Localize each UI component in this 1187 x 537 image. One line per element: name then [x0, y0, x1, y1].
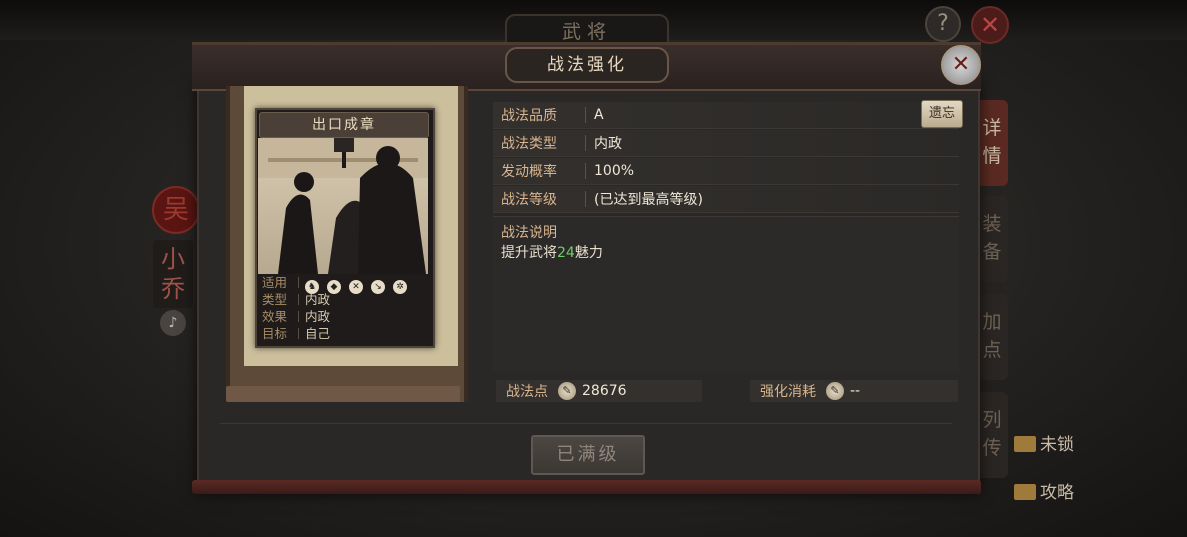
card-row-type: 类型 内政 [258, 291, 428, 308]
info-row-quality: 战法品质 A [493, 102, 959, 129]
sound-icon[interactable]: ♪ [160, 310, 186, 336]
close-back-button[interactable]: ✕ [971, 6, 1009, 44]
desc-suffix: 魅力 [574, 245, 603, 261]
info-row-level: 战法等级 (已达到最高等级) [493, 186, 959, 213]
tab-details[interactable]: 详情 [976, 100, 1008, 186]
skill-points-value: 28676 [582, 383, 627, 399]
skill-card-rows: 适用 ♞ ◆ ✕ ↘ ✲ 类型 内政 效果 内政 目标 自己 [258, 274, 428, 342]
card-row-value: 自己 [305, 326, 331, 341]
info-row-chance: 发动概率 100% [493, 158, 959, 185]
upgrade-cost-field: 强化消耗 ✎ -- [750, 380, 958, 402]
upgrade-cost-label: 强化消耗 [760, 384, 816, 400]
desc-highlight: 24 [557, 245, 575, 261]
tab-equipment[interactable]: 装备 [976, 196, 1008, 282]
info-key: 发动概率 [501, 164, 557, 180]
skill-card-title: 出口成章 [259, 112, 429, 138]
info-row-type: 战法类型 内政 [493, 130, 959, 157]
description-label: 战法说明 [501, 225, 557, 241]
spear-icon: ↘ [371, 280, 385, 294]
faction-seal: 吴 [152, 186, 200, 234]
divider [220, 423, 952, 424]
card-row-key: 适用 [262, 275, 288, 290]
book-icon [1014, 484, 1036, 500]
desc-prefix: 提升武将 [501, 245, 557, 261]
description-box [493, 216, 959, 373]
info-key: 战法等级 [501, 192, 557, 208]
dialog-bottom-trim [192, 480, 981, 494]
skill-card-art [258, 138, 428, 274]
dialog-title: 战法强化 [505, 47, 669, 83]
unlock-link[interactable]: 未锁 [1014, 430, 1074, 455]
card-row-target: 目标 自己 [258, 325, 428, 342]
silhouette-illustration [258, 138, 428, 274]
upgrade-cost-value: -- [850, 383, 861, 399]
siege-icon: ✲ [393, 280, 407, 294]
info-key: 战法品质 [501, 108, 557, 124]
card-row-key: 目标 [262, 326, 288, 341]
card-row-troops: 适用 ♞ ◆ ✕ ↘ ✲ [258, 274, 428, 294]
card-row-value: 内政 [305, 309, 331, 324]
tab-biography[interactable]: 列传 [976, 392, 1008, 478]
hero-name: 小乔 [153, 240, 193, 308]
guide-link[interactable]: 攻略 [1014, 478, 1074, 503]
lock-icon [1014, 436, 1036, 452]
skill-point-icon: ✎ [558, 382, 576, 400]
info-value: (已达到最高等级) [594, 192, 703, 208]
archer-icon: ✕ [349, 280, 363, 294]
close-button[interactable]: ✕ [941, 45, 981, 85]
info-value: 内政 [594, 136, 622, 152]
card-row-effect: 效果 内政 [258, 308, 428, 325]
help-button[interactable]: ? [925, 6, 961, 42]
card-row-key: 类型 [262, 292, 288, 307]
info-value: A [594, 107, 604, 123]
forget-button[interactable]: 遗忘 [921, 100, 963, 128]
max-level-button[interactable]: 已满级 [531, 435, 645, 475]
guide-label: 攻略 [1040, 483, 1074, 503]
scroll-rod [226, 386, 460, 402]
card-row-key: 效果 [262, 309, 288, 324]
skill-info-list: 战法品质 A 战法类型 内政 发动概率 100% 战法等级 (已达到最高等级) [493, 102, 959, 214]
skill-points-label: 战法点 [506, 384, 548, 400]
skill-point-icon: ✎ [826, 382, 844, 400]
info-key: 战法类型 [501, 136, 557, 152]
skill-points-field: 战法点 ✎ 28676 [496, 380, 702, 402]
troop-icons: ♞ ◆ ✕ ↘ ✲ [305, 274, 415, 294]
unlock-label: 未锁 [1040, 435, 1074, 455]
card-row-value: 内政 [305, 292, 331, 307]
info-value: 100% [594, 163, 635, 179]
description-text: 提升武将24魅力 [501, 242, 603, 262]
tab-points[interactable]: 加点 [976, 294, 1008, 380]
